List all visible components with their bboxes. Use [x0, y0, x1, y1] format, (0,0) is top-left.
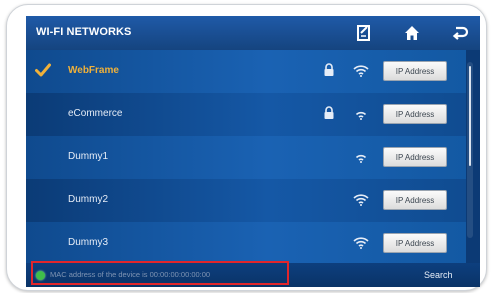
wifi-signal-icon	[353, 107, 369, 120]
network-ssid: WebFrame	[68, 65, 119, 76]
ip-address-button[interactable]: IP Address	[383, 147, 447, 167]
network-row-ecommerce[interactable]: eCommerce IP Address	[26, 93, 466, 137]
search-button[interactable]: Search	[424, 270, 453, 280]
status-highlight-box	[31, 261, 289, 285]
device-frame: WI-FI NETWORKS WebFrame IP Address eComm…	[6, 4, 487, 291]
home-icon[interactable]	[402, 23, 422, 43]
ip-address-button[interactable]: IP Address	[383, 61, 447, 81]
wifi-signal-icon	[353, 236, 369, 249]
page-title: WI-FI NETWORKS	[36, 26, 132, 38]
back-icon[interactable]	[450, 23, 470, 43]
wifi-signal-icon	[353, 193, 369, 206]
ip-address-button[interactable]: IP Address	[383, 190, 447, 210]
network-row-dummy2[interactable]: Dummy2 IP Address	[26, 179, 466, 223]
ip-address-button[interactable]: IP Address	[383, 104, 447, 124]
lock-icon	[323, 106, 335, 120]
wifi-signal-icon	[353, 150, 369, 163]
network-row-webframe[interactable]: WebFrame IP Address	[26, 50, 466, 94]
network-row-dummy1[interactable]: Dummy1 IP Address	[26, 136, 466, 180]
wifi-signal-icon	[353, 64, 369, 77]
network-ssid: Dummy3	[68, 237, 109, 248]
ip-address-button[interactable]: IP Address	[383, 233, 447, 253]
network-ssid: Dummy1	[68, 151, 109, 162]
lock-icon	[323, 63, 335, 77]
network-ssid: eCommerce	[68, 108, 123, 119]
edit-icon[interactable]	[354, 23, 374, 43]
network-list: WebFrame IP Address eCommerce IP Address…	[26, 50, 480, 266]
network-ssid: Dummy2	[68, 194, 109, 205]
scrollbar-thumb[interactable]	[469, 66, 471, 166]
title-bar: WI-FI NETWORKS	[26, 16, 480, 50]
screen: WI-FI NETWORKS WebFrame IP Address eComm…	[26, 16, 480, 287]
checkmark-icon	[35, 63, 51, 77]
network-row-dummy3[interactable]: Dummy3 IP Address	[26, 222, 466, 266]
